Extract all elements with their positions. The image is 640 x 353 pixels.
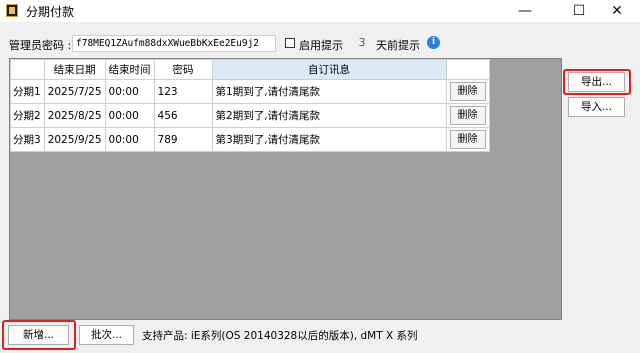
end-time-cell[interactable]: 00:00	[104, 79, 155, 104]
supported-products-text: 支持产品: iE系列(OS 20140328以后的版本), dMT X 系列	[142, 330, 418, 342]
import-button[interactable]: 导入...	[568, 97, 625, 117]
action-cell: 删除	[445, 127, 490, 152]
column-header-corner	[10, 59, 45, 80]
column-header-message[interactable]: 自订讯息	[211, 59, 447, 80]
installment-grid[interactable]: 结束日期 结束时间 密码 自订讯息 分期1 2025/7/25 00:00 12…	[9, 58, 562, 320]
message-cell[interactable]: 第2期到了,请付清尾款	[211, 103, 447, 128]
row-header: 分期3	[10, 127, 45, 152]
title-bar: 分期付款 — ☐ ✕	[0, 0, 640, 22]
end-date-cell[interactable]: 2025/8/25	[43, 103, 106, 128]
table-row[interactable]: 分期3 2025/9/25 00:00 789 第3期到了,请付清尾款 删除	[10, 127, 490, 152]
message-cell[interactable]: 第3期到了,请付清尾款	[211, 127, 447, 152]
installment-table: 结束日期 结束时间 密码 自订讯息 分期1 2025/7/25 00:00 12…	[10, 59, 490, 152]
message-cell[interactable]: 第1期到了,请付清尾款	[211, 79, 447, 104]
password-cell[interactable]: 123	[153, 79, 213, 104]
delete-button[interactable]: 删除	[449, 82, 486, 101]
window-title: 分期付款	[26, 5, 75, 19]
delete-button[interactable]: 删除	[449, 130, 486, 149]
column-header-end-date[interactable]: 结束日期	[43, 59, 106, 80]
admin-password-row: 管理员密码 : f78MEQ1ZAufm88dxXWueBbKxEe2Eu9j2…	[0, 34, 640, 54]
reminder-days-suffix: 天前提示	[376, 39, 420, 52]
admin-password-field[interactable]: f78MEQ1ZAufm88dxXWueBbKxEe2Eu9j2	[72, 35, 276, 52]
row-header: 分期2	[10, 103, 45, 128]
enable-reminder-checkbox[interactable]	[285, 38, 295, 48]
close-button[interactable]: ✕	[594, 0, 640, 22]
minimize-button[interactable]: —	[502, 0, 548, 22]
action-cell: 删除	[445, 103, 490, 128]
end-time-cell[interactable]: 00:00	[104, 127, 155, 152]
delete-button[interactable]: 删除	[449, 106, 486, 125]
password-cell[interactable]: 456	[153, 103, 213, 128]
password-cell[interactable]: 789	[153, 127, 213, 152]
info-icon[interactable]: i	[427, 36, 440, 49]
export-button[interactable]: 导出...	[568, 72, 625, 92]
end-date-cell[interactable]: 2025/9/25	[43, 127, 106, 152]
reminder-days-field[interactable]: 3	[355, 36, 369, 49]
table-header-row: 结束日期 结束时间 密码 自订讯息	[10, 59, 490, 80]
column-header-end-time[interactable]: 结束时间	[104, 59, 155, 80]
batch-button[interactable]: 批次...	[79, 325, 134, 345]
table-row[interactable]: 分期2 2025/8/25 00:00 456 第2期到了,请付清尾款 删除	[10, 103, 490, 128]
end-time-cell[interactable]: 00:00	[104, 103, 155, 128]
admin-password-label: 管理员密码 :	[9, 39, 72, 52]
column-header-action	[445, 59, 490, 80]
end-date-cell[interactable]: 2025/7/25	[43, 79, 106, 104]
add-button[interactable]: 新增...	[8, 325, 69, 345]
table-row[interactable]: 分期1 2025/7/25 00:00 123 第1期到了,请付清尾款 删除	[10, 79, 490, 104]
app-icon	[6, 4, 18, 17]
column-header-password[interactable]: 密码	[153, 59, 213, 80]
enable-reminder-label[interactable]: 启用提示	[299, 37, 343, 53]
action-cell: 删除	[445, 79, 490, 104]
row-header: 分期1	[10, 79, 45, 104]
